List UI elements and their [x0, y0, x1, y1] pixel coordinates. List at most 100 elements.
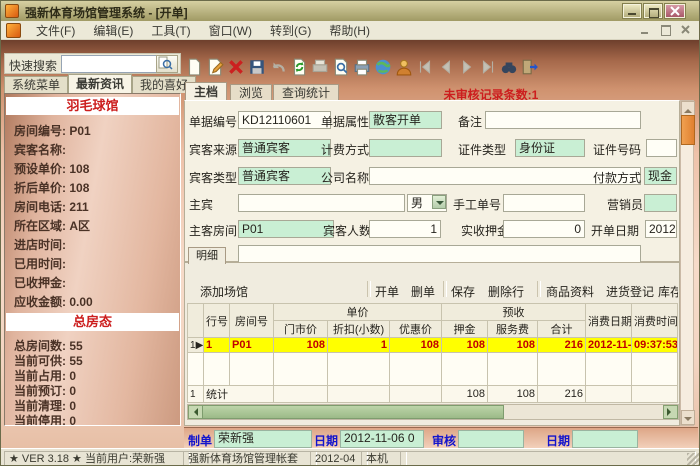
main-room-field[interactable]: P01	[238, 220, 334, 238]
col-line-no[interactable]: 行号	[203, 303, 230, 338]
delete-icon[interactable]	[227, 58, 245, 76]
col-consume-date[interactable]: 消费日期	[585, 303, 632, 338]
cell-deposit[interactable]: 108	[441, 337, 488, 353]
delete-row-button[interactable]: 删除行	[488, 283, 524, 300]
col-discount[interactable]: 折扣(小数)	[327, 320, 390, 338]
tab-detail[interactable]: 明细	[188, 247, 226, 264]
empty-cell	[389, 385, 442, 403]
tab-browse[interactable]: 浏览	[230, 84, 273, 101]
search-input[interactable]	[61, 55, 157, 73]
cell-service-fee[interactable]: 108	[487, 337, 538, 353]
scroll-left-button[interactable]	[188, 405, 203, 419]
cell-line-no[interactable]: 1	[203, 337, 230, 353]
grid-stats-row: 1 统计 108 108 216	[187, 385, 678, 403]
tab-query-stats[interactable]: 查询统计	[273, 84, 340, 101]
menu-tools[interactable]: 工具(T)	[142, 20, 199, 41]
scrollbar-thumb[interactable]	[202, 405, 504, 419]
mdi-minimize-button[interactable]	[640, 25, 651, 34]
col-room-no[interactable]: 房间号	[229, 303, 274, 338]
pay-method-field[interactable]: 现金	[644, 167, 677, 185]
menu-window[interactable]: 窗口(W)	[200, 20, 261, 41]
id-type-field[interactable]: 身份证	[515, 139, 585, 157]
find-icon[interactable]	[500, 58, 518, 76]
gender-dropdown-button[interactable]	[432, 195, 446, 209]
cell-consume-date[interactable]: 2012-11-0	[585, 337, 632, 353]
id-number-label: 证件号码	[593, 143, 642, 157]
minimize-button[interactable]	[623, 4, 641, 18]
prev-record-icon	[437, 58, 455, 76]
tab-system-menu[interactable]: 系统菜单	[4, 76, 69, 93]
menu-help[interactable]: 帮助(H)	[320, 20, 379, 41]
cell-total[interactable]: 216	[537, 337, 586, 353]
scroll-down-button[interactable]	[681, 410, 695, 425]
cell-preferential-price[interactable]: 108	[389, 337, 442, 353]
doc-attr-field[interactable]: 散客开单	[369, 111, 442, 129]
deposit-received-field[interactable]: 0	[503, 220, 585, 238]
resize-grip[interactable]	[687, 453, 699, 465]
cell-consume-time[interactable]: 09:37:53	[631, 337, 678, 353]
refresh-icon[interactable]	[290, 58, 308, 76]
col-preferential-price[interactable]: 优惠价	[389, 320, 442, 338]
delete-bill-button[interactable]: 删单	[411, 283, 435, 300]
horizontal-scrollbar[interactable]	[187, 404, 679, 420]
open-bill-button[interactable]: 开单	[375, 283, 399, 300]
audit-date-field[interactable]	[572, 430, 638, 448]
menu-file[interactable]: 文件(F)	[27, 20, 84, 41]
col-service-fee[interactable]: 服务费	[487, 320, 538, 338]
exit-icon[interactable]	[521, 58, 539, 76]
save-icon[interactable]	[248, 58, 266, 76]
bill-date-field[interactable]: 2012-1	[645, 220, 677, 238]
address-field[interactable]	[238, 245, 641, 263]
purchase-reg-button[interactable]: 进货登记	[606, 283, 654, 300]
menu-bar: 文件(F) 编辑(E) 工具(T) 窗口(W) 转到(G) 帮助(H)	[1, 20, 699, 41]
menu-edit[interactable]: 编辑(E)	[84, 20, 142, 41]
audit-field[interactable]	[458, 430, 524, 448]
close-button[interactable]	[665, 4, 685, 18]
col-total[interactable]: 合计	[537, 320, 586, 338]
id-number-field[interactable]	[646, 139, 677, 157]
salesman-field[interactable]	[644, 194, 677, 212]
web-icon[interactable]	[374, 58, 392, 76]
col-list-price[interactable]: 门市价	[273, 320, 328, 338]
stock-button[interactable]: 库存记录	[658, 283, 678, 300]
scroll-right-button[interactable]	[663, 405, 678, 419]
guest-type-field[interactable]: 普通宾客	[238, 167, 331, 185]
edit-icon[interactable]	[206, 58, 224, 76]
divider	[367, 281, 371, 297]
print-preview-icon[interactable]	[332, 58, 350, 76]
maximize-button[interactable]	[644, 4, 662, 18]
guest-count-field[interactable]: 1	[369, 220, 441, 238]
title-bar: 强新体育场馆管理系统 - [开单]	[1, 1, 699, 21]
print-icon[interactable]	[353, 58, 371, 76]
scrollbar-thumb[interactable]	[681, 115, 695, 145]
cell-room-no[interactable]: P01	[229, 337, 274, 353]
billing-method-field[interactable]	[369, 139, 442, 157]
vertical-scrollbar[interactable]	[680, 100, 695, 426]
scroll-up-button[interactable]	[681, 101, 695, 116]
mdi-close-button[interactable]	[680, 25, 691, 34]
stats-service-fee: 108	[487, 385, 538, 403]
mdi-restore-button[interactable]	[660, 25, 671, 36]
menu-goto[interactable]: 转到(G)	[261, 20, 320, 41]
add-venue-button[interactable]: 添加场馆	[200, 283, 248, 300]
doc-no-field[interactable]: KD12110601	[238, 111, 331, 129]
goods-info-button[interactable]: 商品资料	[546, 283, 594, 300]
main-guest-field[interactable]	[238, 194, 405, 212]
save-row-button[interactable]: 保存	[451, 283, 475, 300]
tab-master[interactable]: 主档	[185, 82, 228, 101]
remark-field[interactable]	[485, 111, 641, 129]
guest-source-field[interactable]: 普通宾客	[238, 139, 331, 157]
grid-data-row[interactable]: 1▶ 1 P01 108 1 108 108 108 216 2012-11- 0…	[187, 337, 678, 353]
new-icon[interactable]	[185, 58, 203, 76]
make-date-field[interactable]: 2012-11-06 0	[340, 430, 424, 448]
manual-no-field[interactable]	[503, 194, 585, 212]
col-consume-time[interactable]: 消费时间	[631, 303, 678, 338]
cell-discount[interactable]: 1	[327, 337, 390, 353]
maker-field[interactable]: 荣新强	[214, 430, 312, 448]
col-deposit[interactable]: 押金	[441, 320, 488, 338]
search-button[interactable]	[156, 55, 178, 73]
tab-latest-news[interactable]: 最新资讯	[68, 74, 133, 93]
empty-cell	[389, 352, 442, 386]
cell-list-price[interactable]: 108	[273, 337, 328, 353]
user-icon[interactable]	[395, 58, 413, 76]
